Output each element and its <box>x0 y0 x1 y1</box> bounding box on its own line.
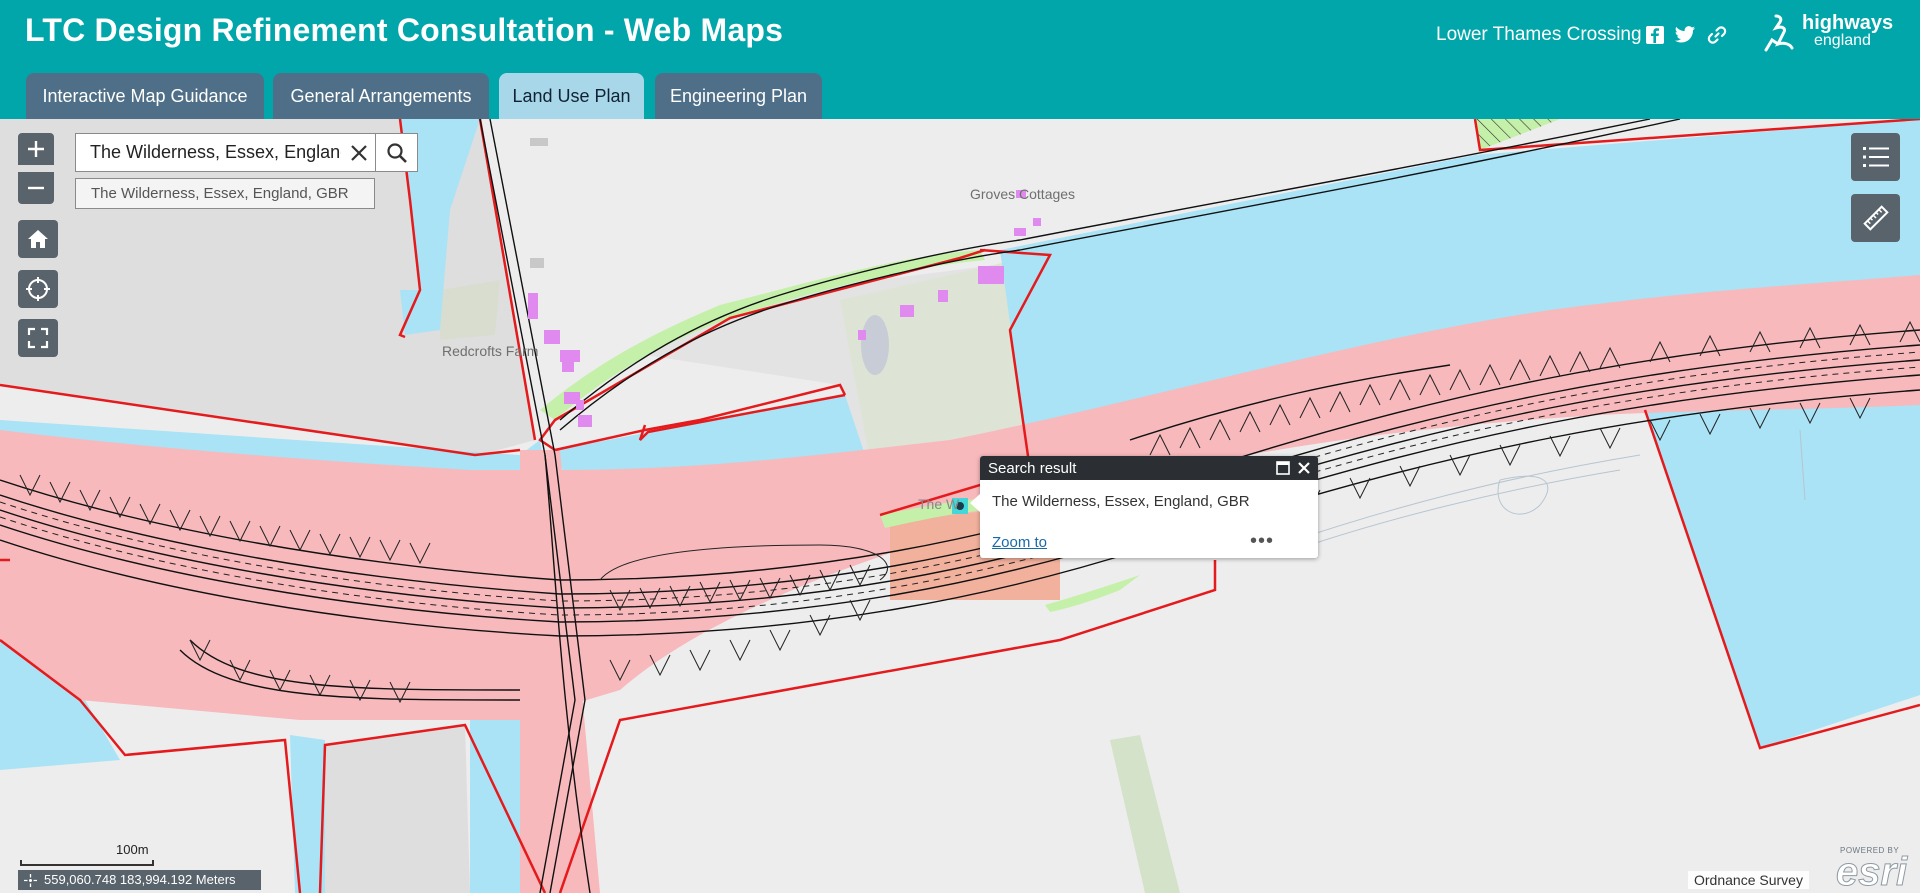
maximize-icon <box>1276 461 1290 475</box>
esri-wordmark: esri <box>1835 850 1908 893</box>
home-icon <box>28 230 48 248</box>
home-button[interactable] <box>18 220 58 258</box>
esri-logo[interactable]: POWERED BY esri <box>1835 842 1916 893</box>
close-popup-button[interactable] <box>1296 460 1312 476</box>
popup-pointer <box>970 494 980 512</box>
tab-land-use-plan[interactable]: Land Use Plan <box>499 73 644 119</box>
fullscreen-button[interactable] <box>18 319 58 357</box>
locate-button[interactable] <box>18 270 58 308</box>
zoom-to-link[interactable]: Zoom to <box>992 534 1047 551</box>
tab-engineering-plan[interactable]: Engineering Plan <box>655 73 822 119</box>
scale-line <box>20 860 154 866</box>
zoom-in-button[interactable] <box>18 133 54 165</box>
clear-search-button[interactable] <box>346 140 372 166</box>
facebook-icon[interactable] <box>1644 24 1666 46</box>
minus-icon <box>28 186 44 190</box>
map-canvas <box>0 119 1920 893</box>
crosshair-icon <box>24 874 37 887</box>
search-box <box>75 133 376 172</box>
map-label-redcrofts-farm: Redcrofts Farm <box>442 343 539 359</box>
app-title: LTC Design Refinement Consultation - Web… <box>25 12 784 48</box>
search-result-popup: Search result The Wilderness, Essex, Eng… <box>970 456 1318 558</box>
popup-title: Search result <box>988 460 1077 477</box>
search-icon <box>386 142 407 163</box>
coordinate-readout[interactable]: 559,060.748 183,994.192 Meters <box>18 870 261 890</box>
layer-list-icon <box>1862 147 1889 167</box>
popup-content: The Wilderness, Essex, England, GBR <box>992 493 1250 510</box>
plus-icon <box>28 141 44 157</box>
search-input[interactable] <box>76 134 341 171</box>
tab-interactive-map-guidance[interactable]: Interactive Map Guidance <box>26 73 264 119</box>
map-view[interactable]: Groves Cottages Redcrofts Farm The W <box>0 119 1920 893</box>
fullscreen-icon <box>27 327 49 349</box>
zoom-out-button[interactable] <box>18 172 54 204</box>
tab-general-arrangements[interactable]: General Arrangements <box>273 73 489 119</box>
coordinate-text: 559,060.748 183,994.192 Meters <box>44 872 236 887</box>
measure-button[interactable] <box>1851 194 1900 242</box>
map-attribution: Ordnance Survey <box>1688 871 1809 889</box>
project-link[interactable]: Lower Thames Crossing <box>1436 24 1642 46</box>
search-suggestion-item[interactable]: The Wilderness, Essex, England, GBR <box>75 178 375 209</box>
layer-list-button[interactable] <box>1851 133 1900 181</box>
link-icon[interactable] <box>1706 24 1728 46</box>
search-button[interactable] <box>376 133 418 172</box>
map-label-the-wilderness: The W <box>918 496 960 512</box>
map-label-groves-cottages: Groves Cottages <box>970 186 1076 202</box>
highways-england-logo: highways england <box>1762 12 1902 52</box>
locate-icon <box>26 277 50 301</box>
more-options-button[interactable]: ••• <box>1250 530 1274 553</box>
logo-text-england: england <box>1814 32 1871 49</box>
scale-label: 100m <box>116 842 149 857</box>
close-icon <box>351 145 367 161</box>
popup-header: Search result <box>980 456 1318 480</box>
ruler-icon <box>1862 205 1889 231</box>
close-icon <box>1298 462 1310 474</box>
scale-bar: 100m <box>20 840 154 866</box>
twitter-icon[interactable] <box>1674 24 1696 46</box>
maximize-popup-button[interactable] <box>1276 461 1290 475</box>
